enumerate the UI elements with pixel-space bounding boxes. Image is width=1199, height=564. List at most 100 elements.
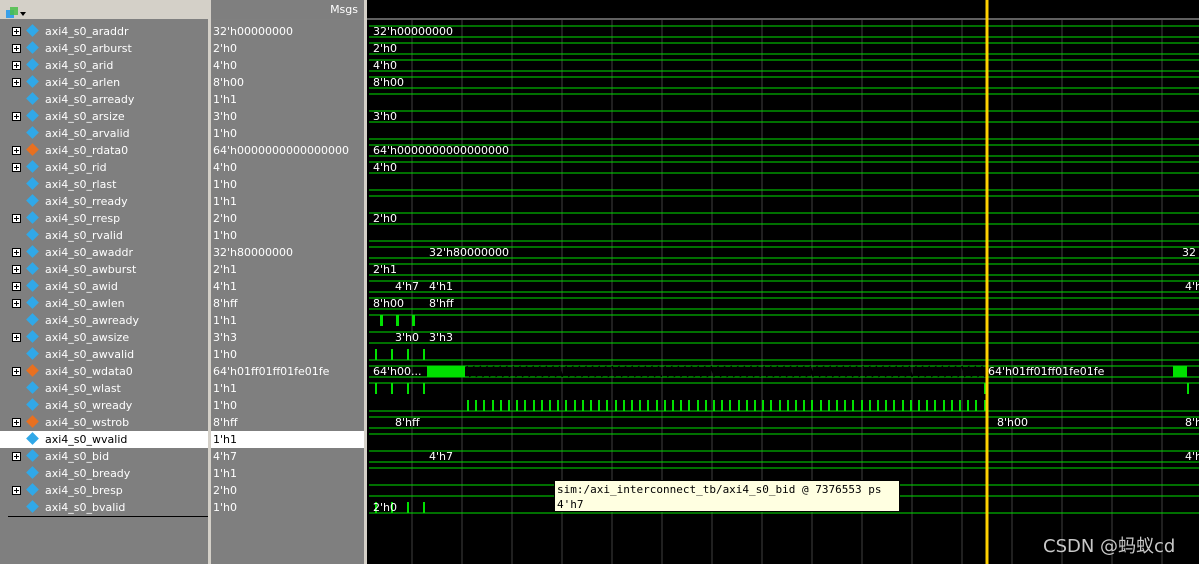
signal-row[interactable]: axi4_s0_arvalid — [0, 125, 208, 142]
signal-row[interactable]: axi4_s0_rvalid — [0, 227, 208, 244]
signal-row[interactable]: axi4_s0_wready — [0, 397, 208, 414]
wave-segment — [541, 400, 543, 411]
expand-icon[interactable] — [12, 265, 21, 274]
expand-icon[interactable] — [12, 418, 21, 427]
wave-transition — [591, 365, 597, 378]
signal-value-row[interactable]: 3'h3 — [211, 329, 364, 346]
wave-transition — [664, 365, 669, 378]
expand-icon[interactable] — [12, 146, 21, 155]
signal-row[interactable]: axi4_s0_rid — [0, 159, 208, 176]
signal-value-row[interactable]: 64'h0000000000000000 — [211, 142, 364, 159]
expand-icon[interactable] — [12, 163, 21, 172]
expand-icon[interactable] — [12, 248, 21, 257]
expand-icon[interactable] — [12, 214, 21, 223]
signal-row[interactable]: axi4_s0_wdata0 — [0, 363, 208, 380]
signal-value-row[interactable]: 1'h1 — [211, 91, 364, 108]
signal-row[interactable]: axi4_s0_wlast — [0, 380, 208, 397]
wave-segment — [475, 400, 477, 411]
signal-value-row[interactable]: 1'h1 — [211, 312, 364, 329]
signal-value-row[interactable]: 1'h0 — [211, 125, 364, 142]
signal-row[interactable]: axi4_s0_awburst — [0, 261, 208, 278]
signal-value-row[interactable]: 8'hff — [211, 414, 364, 431]
expand-icon[interactable] — [12, 112, 21, 121]
signal-row[interactable]: axi4_s0_wstrob — [0, 414, 208, 431]
blue-diamond-icon — [26, 126, 39, 139]
blue-diamond-icon — [26, 381, 39, 394]
expand-icon[interactable] — [12, 78, 21, 87]
signal-name-pane: axi4_s0_araddr axi4_s0_arburst axi4_s0_ari… — [0, 0, 358, 564]
wave-transition — [967, 365, 973, 378]
signal-row[interactable]: axi4_s0_arsize — [0, 108, 208, 125]
signal-value-row[interactable]: 8'hff — [211, 295, 364, 312]
signal-row[interactable]: axi4_s0_awsize — [0, 329, 208, 346]
signal-row[interactable]: axi4_s0_rresp — [0, 210, 208, 227]
signal-value-row[interactable]: 1'h1 — [211, 465, 364, 482]
expand-icon[interactable] — [12, 452, 21, 461]
signal-value-row[interactable]: 64'h01ff01ff01fe01fe — [211, 363, 364, 380]
signal-value-row[interactable]: 1'h0 — [211, 346, 364, 363]
signal-row[interactable]: axi4_s0_rlast — [0, 176, 208, 193]
signal-row[interactable]: axi4_s0_rdata0 — [0, 142, 208, 159]
wave-segment — [820, 400, 822, 411]
signal-value-row[interactable]: 3'h0 — [211, 108, 364, 125]
expand-icon[interactable] — [12, 333, 21, 342]
signal-value-row[interactable]: 2'h0 — [211, 482, 364, 499]
signal-row[interactable]: axi4_s0_rready — [0, 193, 208, 210]
signal-row[interactable]: axi4_s0_awlen — [0, 295, 208, 312]
signal-value-row[interactable]: 4'h0 — [211, 159, 364, 176]
blue-diamond-icon — [26, 483, 39, 496]
blue-diamond-icon — [26, 296, 39, 309]
wave-segment — [407, 349, 409, 360]
signal-value-row[interactable]: 2'h1 — [211, 261, 364, 278]
wave-transition — [499, 365, 504, 378]
expand-icon[interactable] — [12, 44, 21, 53]
layers-icon[interactable] — [6, 4, 26, 18]
signal-value-row[interactable]: 32'h00000000 — [211, 23, 364, 40]
expand-icon[interactable] — [12, 61, 21, 70]
signal-value-row[interactable]: 4'h1 — [211, 278, 364, 295]
expand-icon[interactable] — [12, 299, 21, 308]
signal-row[interactable]: axi4_s0_bid — [0, 448, 208, 465]
signal-name: axi4_s0_arlen — [45, 76, 121, 89]
signal-row[interactable]: axi4_s0_awvalid — [0, 346, 208, 363]
signal-value-row[interactable]: 1'h1 — [211, 380, 364, 397]
signal-value-row[interactable]: 1'h0 — [211, 499, 364, 516]
wave-transition — [466, 365, 471, 378]
signal-value: 1'h0 — [213, 348, 237, 361]
signal-value-row[interactable]: 8'h00 — [211, 74, 364, 91]
signal-value-row[interactable]: 1'h0 — [211, 227, 364, 244]
expand-icon[interactable] — [12, 282, 21, 291]
blue-diamond-icon — [26, 177, 39, 190]
signal-value-row[interactable]: 4'h7 — [211, 448, 364, 465]
expand-icon[interactable] — [12, 27, 21, 36]
signal-row[interactable]: axi4_s0_arid — [0, 57, 208, 74]
signal-value-row[interactable]: 2'h0 — [211, 210, 364, 227]
signal-row[interactable]: axi4_s0_awid — [0, 278, 208, 295]
signal-value-row[interactable]: 1'h0 — [211, 397, 364, 414]
wave-segment — [647, 400, 649, 411]
signal-name: axi4_s0_bresp — [45, 484, 123, 497]
signal-row[interactable]: axi4_s0_wvalid — [0, 431, 208, 448]
wave-value-label: 8'hff — [429, 297, 454, 310]
signal-row[interactable]: axi4_s0_araddr — [0, 23, 208, 40]
signal-value-row[interactable]: 2'h0 — [211, 40, 364, 57]
signal-value-row[interactable]: 1'h0 — [211, 176, 364, 193]
expand-icon[interactable] — [12, 486, 21, 495]
signal-row[interactable]: axi4_s0_bresp — [0, 482, 208, 499]
signal-value-row[interactable]: 1'h1 — [211, 431, 364, 448]
signal-row[interactable]: axi4_s0_awaddr — [0, 244, 208, 261]
signal-value-row[interactable]: 1'h1 — [211, 193, 364, 210]
signal-row[interactable]: axi4_s0_bready — [0, 465, 208, 482]
signal-row[interactable]: axi4_s0_bvalid — [0, 499, 208, 516]
signal-row[interactable]: axi4_s0_arburst — [0, 40, 208, 57]
signal-value-row[interactable]: 32'h80000000 — [211, 244, 364, 261]
signal-row[interactable]: axi4_s0_arready — [0, 91, 208, 108]
wave-transition — [717, 365, 722, 378]
expand-icon[interactable] — [12, 367, 21, 376]
signal-row[interactable]: axi4_s0_awready — [0, 312, 208, 329]
wave-segment — [762, 400, 764, 411]
wave-transition — [974, 365, 979, 378]
signal-row[interactable]: axi4_s0_arlen — [0, 74, 208, 91]
wave-segment — [803, 400, 805, 411]
signal-value-row[interactable]: 4'h0 — [211, 57, 364, 74]
